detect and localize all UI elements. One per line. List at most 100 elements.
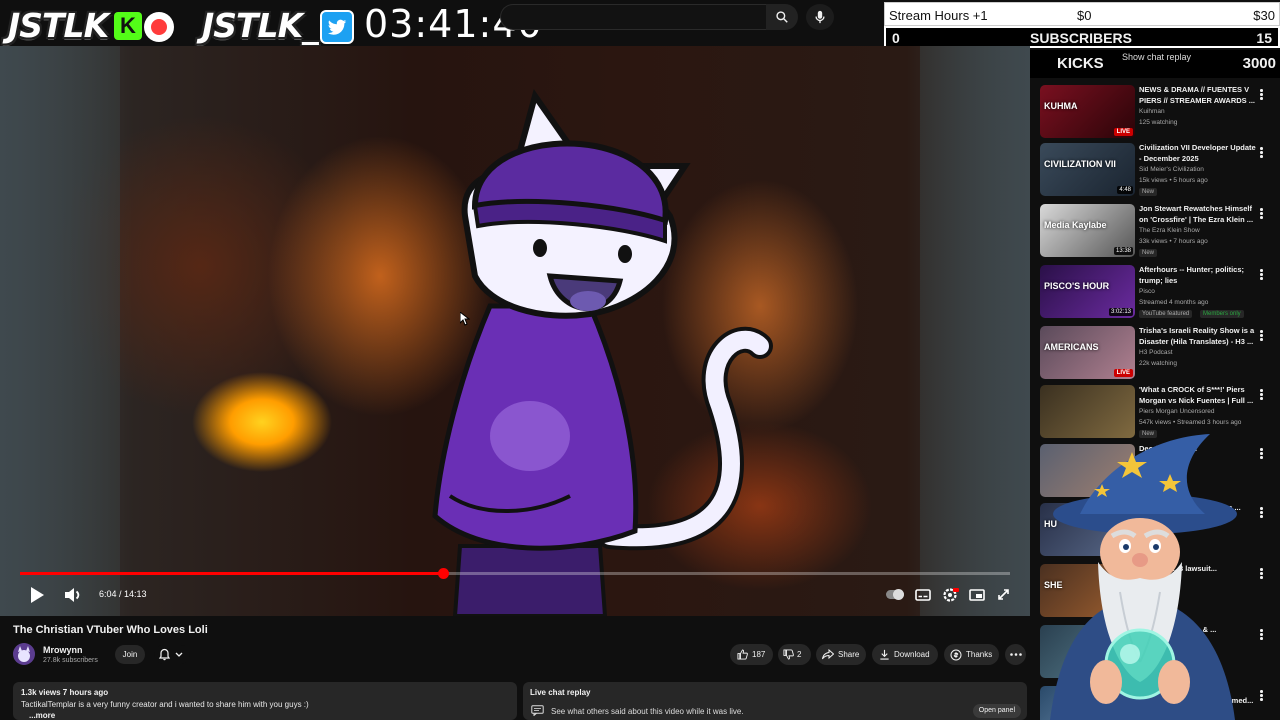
recommendation-item[interactable]: CIVILIZATION VII 4:48 Civilization VII Dev…: [1040, 143, 1276, 201]
open-panel-button[interactable]: Open panel: [972, 704, 1021, 718]
recommendation-channel[interactable]: Piers Morgan Uncensored: [1139, 408, 1215, 415]
settings-icon[interactable]: [939, 585, 961, 605]
video-frame-right: [920, 46, 1030, 616]
duration-badge: 4:48: [1117, 186, 1133, 194]
members-only-badge: Members only: [1200, 310, 1244, 318]
volume-icon[interactable]: [62, 585, 84, 605]
fullscreen-icon[interactable]: [993, 585, 1015, 605]
recommendation-title[interactable]: Trisha's Israeli Reality Show is a Disas…: [1139, 326, 1257, 347]
recommendation-channel[interactable]: H3 Podcast: [1139, 349, 1173, 356]
recommendation-item[interactable]: PISCO'S HOUR 3:02:13 Afterhours -- Hunter;…: [1040, 265, 1276, 323]
recommendation-channel[interactable]: Sid Meier's Civilization: [1139, 166, 1204, 173]
more-options-icon[interactable]: [1260, 89, 1263, 101]
download-icon: [880, 649, 889, 660]
like-button[interactable]: 187: [730, 644, 773, 665]
join-button[interactable]: Join: [115, 645, 145, 664]
recommendation-tag: New: [1139, 188, 1158, 196]
more-options-icon[interactable]: [1260, 448, 1263, 460]
live-badge: LIVE: [1113, 128, 1133, 136]
recommendation-title[interactable]: Jon Stewart Rewatches Himself on 'Crossf…: [1139, 204, 1257, 225]
kicks-label: KICKS: [1057, 55, 1104, 72]
recommendation-title[interactable]: Civilization VII Developer Update - Dece…: [1139, 143, 1257, 164]
thumbnail-text: AMERICANS: [1044, 342, 1099, 352]
thumbnail-text: CIVILIZATION VII: [1044, 159, 1116, 169]
stream-hours-label: Stream Hours +1: [889, 8, 988, 23]
progress-scrubber[interactable]: [437, 568, 449, 579]
time-display: 6:04 / 14:13: [99, 589, 147, 599]
recommendation-channel[interactable]: Kuihman: [1139, 108, 1165, 115]
recommendation-item[interactable]: AMERICANS LIVE Trisha's Israeli Reality Sh…: [1040, 326, 1276, 384]
more-options-icon[interactable]: [1260, 389, 1263, 401]
cat-vtuber-illustration: [432, 89, 773, 616]
recommendation-thumbnail[interactable]: Media Kaylabe 13:38: [1040, 204, 1135, 257]
subtitles-icon[interactable]: [912, 585, 934, 605]
recommendation-title[interactable]: 'What a CROCK of S***!' Piers Morgan vs …: [1139, 385, 1257, 406]
thanks-button[interactable]: Thanks: [944, 644, 999, 665]
duration-badge: 3:02:13: [1108, 308, 1133, 316]
mic-icon: [815, 10, 825, 24]
recommendation-thumbnail[interactable]: CIVILIZATION VII 4:48: [1040, 143, 1135, 196]
recommendation-thumbnail[interactable]: KUHMA LIVE: [1040, 85, 1135, 138]
recommendation-item[interactable]: Media Kaylabe 13:38 Jon Stewart Rewatches …: [1040, 204, 1276, 262]
dislike-button[interactable]: 2: [778, 644, 811, 665]
download-button[interactable]: Download: [872, 644, 938, 665]
description-more-link[interactable]: ...more: [29, 711, 55, 720]
voice-search-button[interactable]: [806, 4, 834, 30]
share-button[interactable]: Share: [816, 644, 866, 665]
progress-played: [20, 572, 443, 575]
more-options-icon[interactable]: [1260, 208, 1263, 220]
video-title: The Christian VTuber Who Loves Loli: [13, 624, 208, 636]
like-icon: [737, 649, 748, 660]
share-icon: [822, 649, 834, 660]
bell-icon: [158, 648, 183, 661]
show-chat-replay-button[interactable]: Show chat replay: [1122, 52, 1191, 62]
stream-overlay-bar: JSTLK K JSTLK_ 03:41:40: [0, 0, 884, 46]
recommendation-stats: 22k watching: [1139, 360, 1177, 367]
jstlk-logo-right: JSTLK_: [202, 6, 319, 45]
description-box[interactable]: 1.3k views 7 hours ago TactikalTemplar i…: [13, 682, 517, 720]
recommendation-stats: 33k views • 7 hours ago: [1139, 238, 1208, 245]
kick-icon: K: [114, 12, 142, 40]
recommendation-channel[interactable]: Pisco: [1139, 288, 1155, 295]
kicks-goal-value: 3000: [1242, 55, 1276, 72]
subscribers-goal-value: 15: [1256, 30, 1272, 46]
duration-badge: 13:38: [1113, 247, 1133, 255]
channel-name[interactable]: Mrowynn: [43, 645, 83, 655]
more-options-icon[interactable]: [1260, 507, 1263, 519]
live-chat-description: See what others said about this video wh…: [551, 707, 744, 716]
mouse-cursor: [460, 312, 470, 326]
more-options-icon[interactable]: [1260, 330, 1263, 342]
autoplay-toggle[interactable]: [886, 589, 904, 600]
jstlk-logo-left: JSTLK: [8, 6, 109, 45]
more-options-icon[interactable]: [1260, 690, 1263, 702]
more-options-icon[interactable]: [1260, 568, 1263, 580]
recommendation-title[interactable]: NEWS & DRAMA // FUENTES V PIERS // STREA…: [1139, 85, 1257, 106]
miniplayer-icon[interactable]: [966, 585, 988, 605]
recommendation-title[interactable]: Afterhours -- Hunter; politics; trump; l…: [1139, 265, 1257, 286]
recommendation-thumbnail[interactable]: AMERICANS LIVE: [1040, 326, 1135, 379]
more-options-icon[interactable]: [1260, 629, 1263, 641]
search-input[interactable]: [500, 4, 766, 30]
recommendation-stats: 125 watching: [1139, 119, 1178, 126]
chat-icon: [531, 705, 544, 716]
recommendation-channel[interactable]: The Ezra Klein Show: [1139, 227, 1200, 234]
video-player[interactable]: [0, 46, 1030, 616]
play-icon[interactable]: [26, 585, 48, 605]
thumbnail-text: KUHMA: [1044, 101, 1078, 111]
search-button[interactable]: [766, 4, 798, 30]
recommendation-item[interactable]: KUHMA LIVE NEWS & DRAMA // FUENTES V PIERS…: [1040, 85, 1276, 143]
avatar[interactable]: [13, 643, 35, 665]
recommendation-thumbnail[interactable]: PISCO'S HOUR 3:02:13: [1040, 265, 1135, 318]
more-options-icon[interactable]: [1260, 269, 1263, 281]
dislike-icon: [783, 649, 794, 660]
recommendation-thumbnail[interactable]: [1040, 385, 1135, 438]
share-label: Share: [838, 650, 860, 659]
wizard-avatar: [1050, 434, 1237, 720]
more-icon: [1010, 653, 1022, 656]
stream-hours-high: $30: [1253, 8, 1275, 23]
stream-hours-goal: Stream Hours +1 $0 $30: [884, 2, 1280, 26]
more-actions-button[interactable]: [1005, 644, 1026, 665]
description-text: TactikalTemplar is a very funny creator …: [21, 700, 309, 709]
notifications-button[interactable]: [154, 645, 190, 664]
more-options-icon[interactable]: [1260, 147, 1263, 159]
